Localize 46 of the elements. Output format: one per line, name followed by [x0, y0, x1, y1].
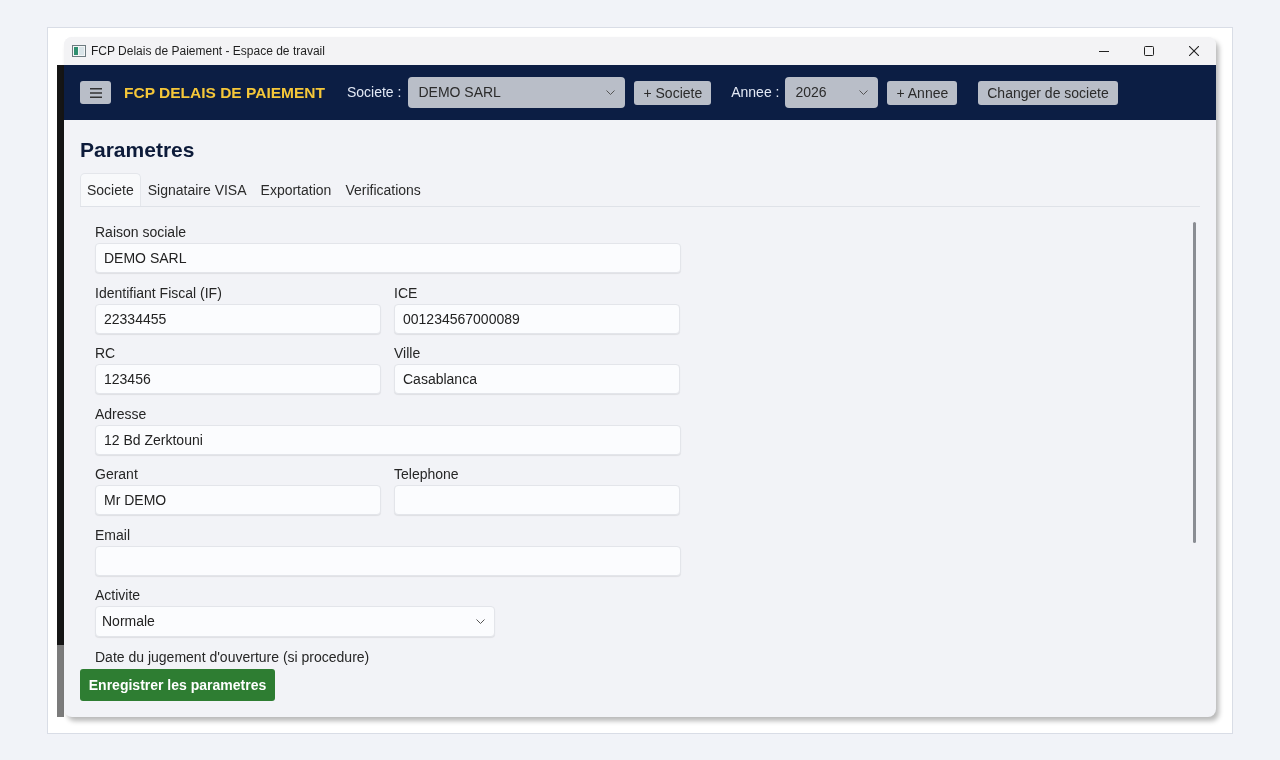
- field-label: Identifiant Fiscal (IF): [95, 283, 223, 302]
- tab[interactable]: Societe: [80, 173, 141, 206]
- field-label: Date du jugement d'ouverture (si procedure): [95, 647, 371, 665]
- maximize-icon: [1143, 46, 1154, 56]
- input-field[interactable]: 123456: [95, 364, 381, 394]
- field-label: Raison sociale: [95, 223, 188, 241]
- company-label: Societe :: [346, 83, 402, 102]
- field-label: Telephone: [394, 465, 460, 483]
- field-label: Gerant: [95, 465, 139, 483]
- field-label: ICE: [394, 283, 419, 302]
- tab[interactable]: Exportation: [253, 173, 339, 206]
- change-company-button[interactable]: Changer de societe: [978, 80, 1118, 105]
- input-field[interactable]: [394, 485, 680, 515]
- app-title: FCP DELAIS DE PAIEMENT: [124, 82, 325, 103]
- field-label: Email: [95, 525, 131, 544]
- menu-icon: [89, 87, 102, 98]
- window-title: FCP Delais de Paiement - Espace de travail: [91, 43, 325, 60]
- chevron-down-icon: [859, 90, 869, 95]
- field-label: RC: [95, 344, 117, 362]
- input-field[interactable]: 22334455: [95, 303, 381, 334]
- field-label: Adresse: [95, 404, 148, 423]
- menu-button[interactable]: [80, 81, 111, 104]
- add-year-button[interactable]: + Annee: [887, 80, 958, 105]
- year-select[interactable]: 2026: [785, 77, 879, 108]
- chevron-down-icon: [606, 90, 616, 95]
- save-button[interactable]: Enregistrer les parametres: [80, 669, 275, 701]
- year-label: Annee :: [731, 83, 780, 102]
- input-field[interactable]: 001234567000089: [394, 303, 680, 334]
- tab[interactable]: Signataire VISA: [140, 173, 254, 206]
- page-title: Parametres: [80, 137, 196, 163]
- app-icon: [72, 45, 86, 57]
- scrollbar-thumb[interactable]: [1193, 222, 1196, 543]
- input-field[interactable]: Casablanca: [394, 364, 680, 394]
- add-company-button[interactable]: + Societe: [634, 80, 712, 105]
- field-label: Activite: [95, 586, 142, 604]
- chevron-down-icon: [476, 619, 485, 624]
- field-label: Ville: [394, 344, 422, 362]
- input-field[interactable]: 12 Bd Zerktouni: [95, 424, 681, 455]
- close-icon: [1188, 46, 1199, 56]
- tab[interactable]: Verifications: [338, 173, 428, 206]
- company-select[interactable]: DEMO SARL: [408, 77, 626, 108]
- input-field[interactable]: Mr DEMO: [95, 485, 381, 515]
- input-field[interactable]: [95, 545, 681, 576]
- select-field[interactable]: Normale: [95, 606, 495, 637]
- input-field[interactable]: DEMO SARL: [95, 243, 681, 273]
- minimize-icon: [1098, 50, 1109, 52]
